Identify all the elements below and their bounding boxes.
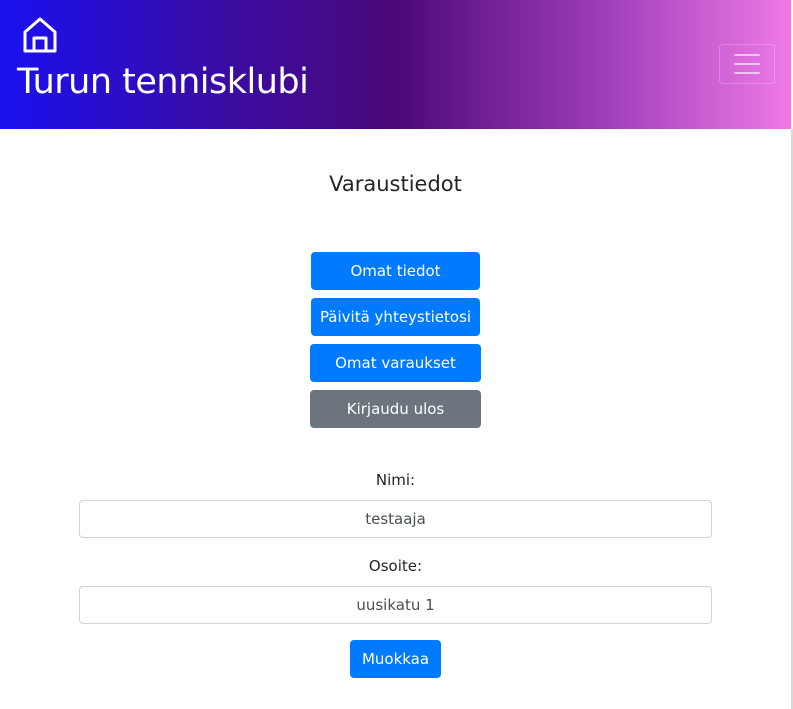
page-title: Varaustiedot <box>329 172 462 196</box>
name-field[interactable] <box>79 500 712 538</box>
hamburger-menu-icon <box>734 54 760 56</box>
home-icon[interactable] <box>22 16 58 54</box>
update-contact-button[interactable]: Päivitä yhteystietosi <box>311 298 480 336</box>
address-field[interactable] <box>79 586 712 624</box>
navbar: Turun tennisklubi <box>0 0 791 129</box>
own-bookings-button[interactable]: Omat varaukset <box>310 344 481 382</box>
name-label: Nimi: <box>375 471 416 489</box>
logout-button[interactable]: Kirjaudu ulos <box>310 390 481 428</box>
brand-title[interactable]: Turun tennisklubi <box>17 62 309 102</box>
menu-toggle-button[interactable] <box>719 44 775 84</box>
edit-button[interactable]: Muokkaa <box>350 640 441 678</box>
own-info-button[interactable]: Omat tiedot <box>311 252 480 290</box>
address-label: Osoite: <box>368 557 423 575</box>
